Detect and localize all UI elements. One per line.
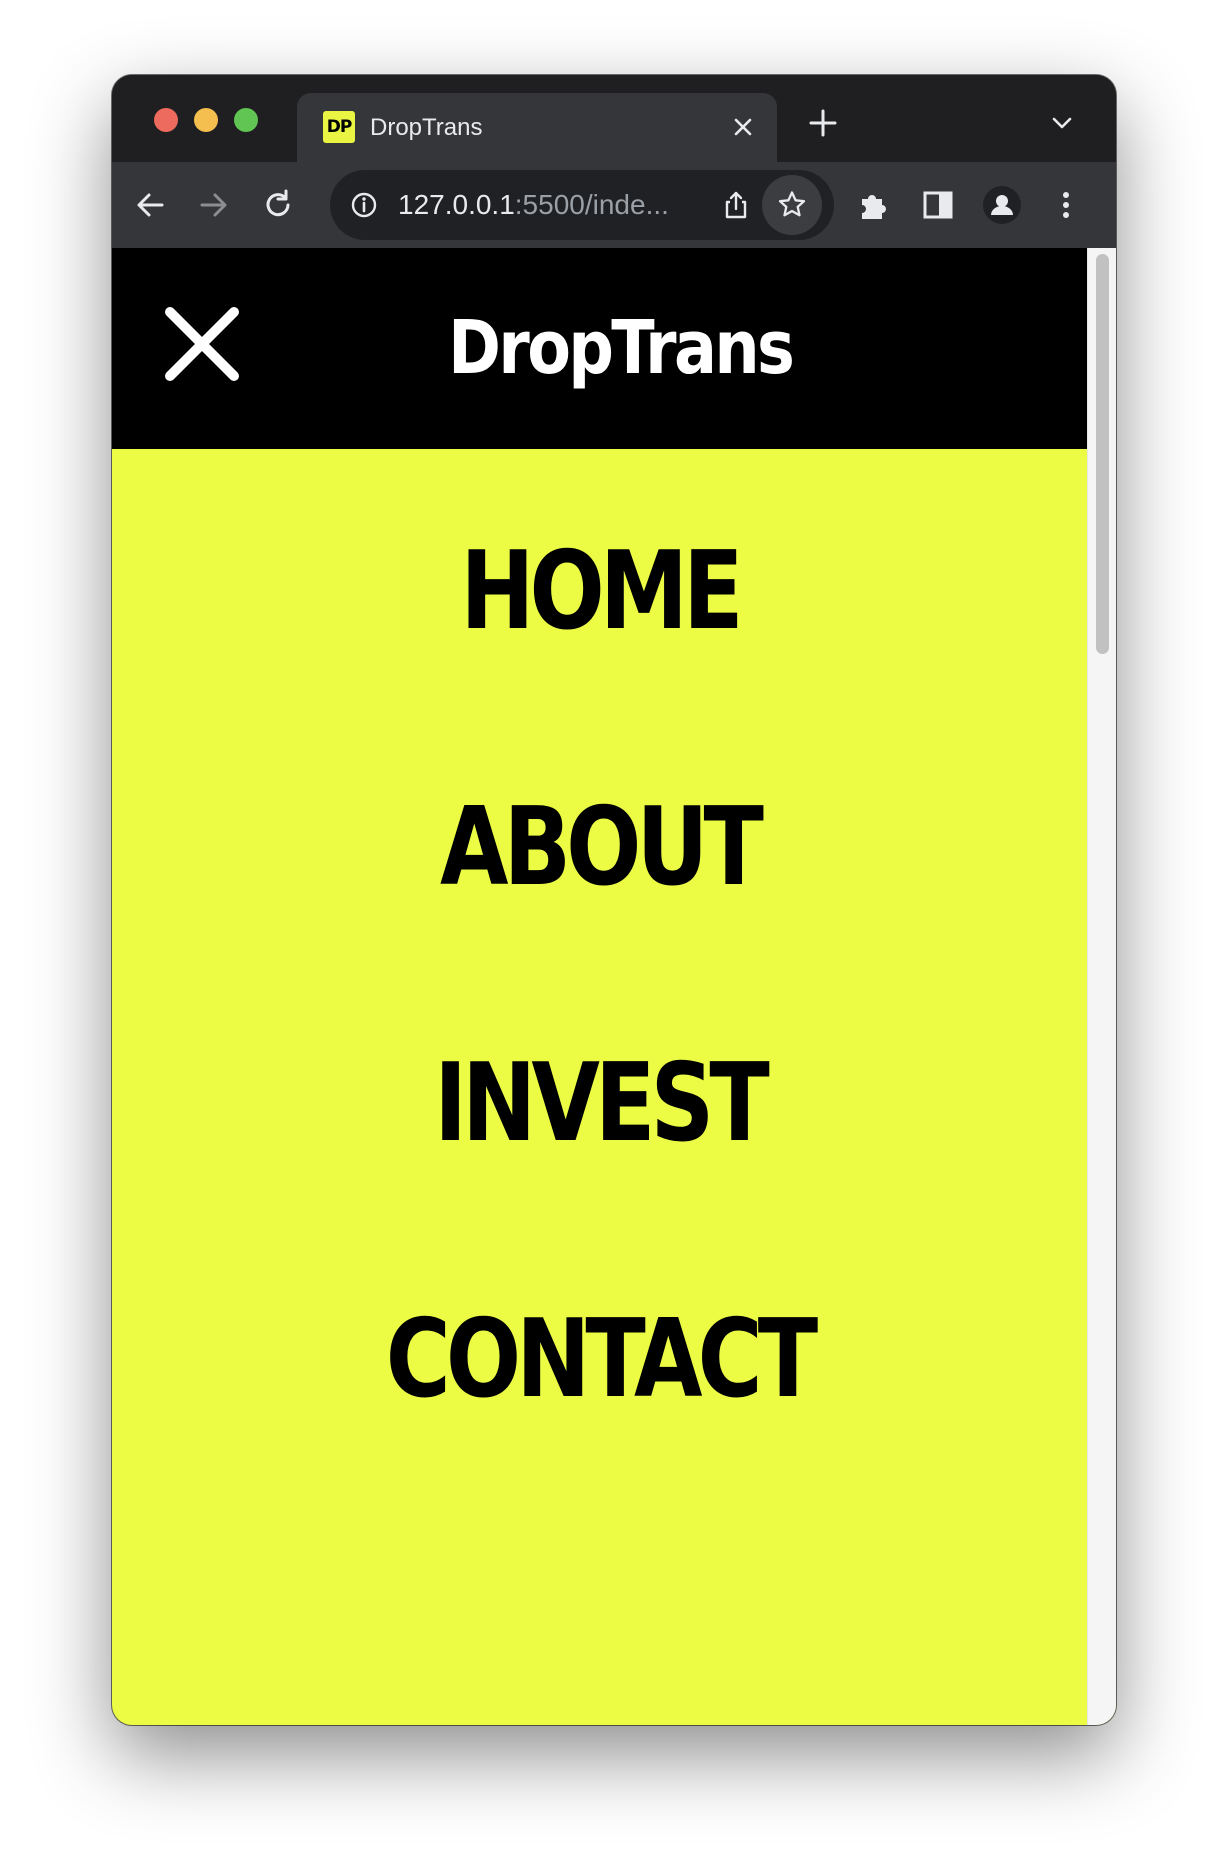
- menu-item-about[interactable]: ABOUT: [200, 788, 1000, 908]
- browser-window: DP DropTrans 127.0.0.1:5500/inde... Drop…: [112, 75, 1116, 1725]
- nav-menu: HOME ABOUT INVEST CONTACT: [112, 449, 1087, 1725]
- window-zoom-button[interactable]: [234, 108, 258, 132]
- brand-logo[interactable]: DropTrans: [197, 248, 1035, 449]
- menu-item-contact[interactable]: CONTACT: [200, 1300, 1000, 1420]
- puzzle-icon[interactable]: [854, 185, 894, 225]
- tab-close-icon[interactable]: [729, 113, 757, 141]
- url-host: 127.0.0.1: [398, 189, 515, 220]
- chevron-down-icon[interactable]: [1048, 109, 1076, 137]
- info-icon[interactable]: [350, 191, 378, 219]
- browser-toolbar: 127.0.0.1:5500/inde...: [112, 162, 1116, 248]
- site-header: DropTrans: [112, 248, 1087, 449]
- url-text: 127.0.0.1:5500/inde...: [398, 170, 669, 240]
- share-icon[interactable]: [720, 189, 752, 221]
- arrow-left-icon[interactable]: [128, 183, 172, 227]
- arrow-right-icon[interactable]: [192, 183, 236, 227]
- favicon: DP: [323, 111, 355, 143]
- brand-text: DropTrans: [448, 305, 795, 391]
- star-icon: [776, 189, 808, 221]
- profile-icon[interactable]: [982, 185, 1022, 225]
- tab-droptrans[interactable]: DP DropTrans: [297, 93, 777, 162]
- page-viewport: DropTrans HOME ABOUT INVEST CONTACT: [112, 248, 1116, 1725]
- new-tab-button[interactable]: [805, 105, 841, 141]
- menu-item-home[interactable]: HOME: [200, 532, 1000, 652]
- window-close-button[interactable]: [154, 108, 178, 132]
- vertical-scrollbar[interactable]: [1087, 248, 1116, 1725]
- side-panel-icon[interactable]: [918, 185, 958, 225]
- tab-strip: DP DropTrans: [112, 75, 1116, 162]
- scrollbar-thumb[interactable]: [1096, 254, 1109, 654]
- kebab-menu-icon[interactable]: [1046, 185, 1086, 225]
- menu-item-invest[interactable]: INVEST: [200, 1044, 1000, 1164]
- reload-icon[interactable]: [256, 183, 300, 227]
- url-path: :5500/inde...: [514, 189, 669, 220]
- window-minimize-button[interactable]: [194, 108, 218, 132]
- bookmark-button[interactable]: [762, 175, 822, 235]
- address-bar[interactable]: 127.0.0.1:5500/inde...: [330, 170, 834, 240]
- tab-title: DropTrans: [370, 114, 483, 141]
